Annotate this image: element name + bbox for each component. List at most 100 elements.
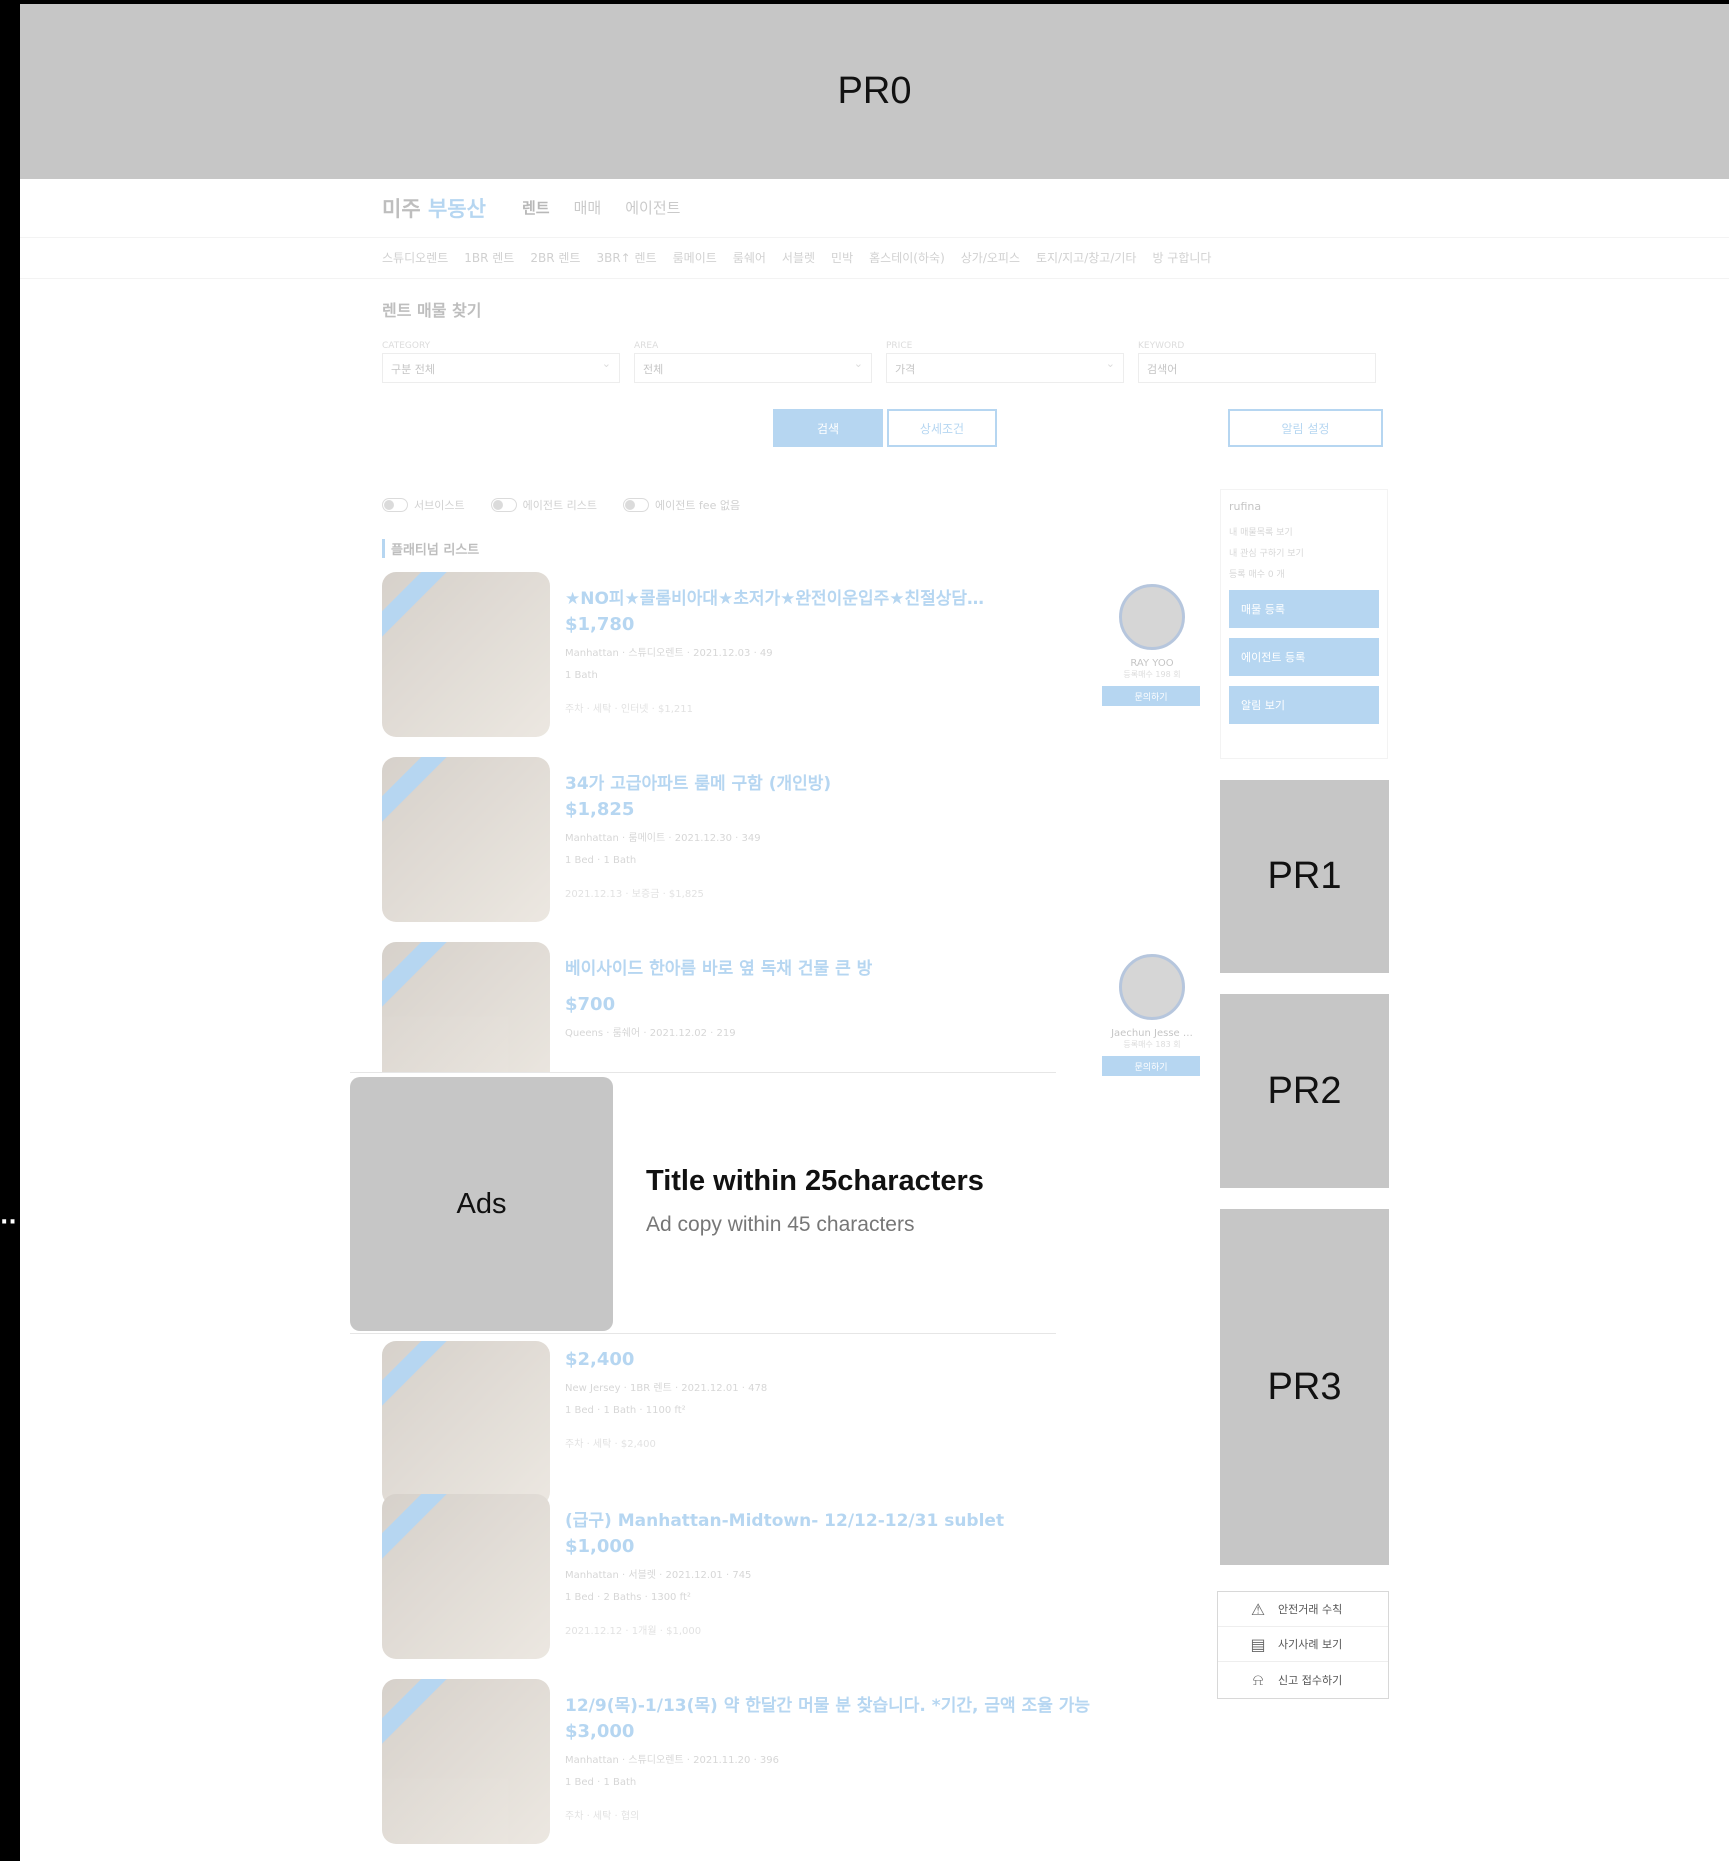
filter-category: CATEGORY 구분 전체	[382, 341, 620, 383]
toggle-label: 에이전트 리스트	[522, 499, 597, 512]
agent-count: 등록매수 198 회	[1123, 670, 1181, 679]
warning-icon: ⚠	[1250, 1599, 1266, 1619]
filter-label: AREA	[634, 341, 659, 351]
logo-accent: 부동산	[427, 197, 486, 221]
alarm-setting-button[interactable]: 알림 설정	[1228, 409, 1383, 447]
pr1-placeholder: PR1	[1220, 780, 1389, 973]
toggle-switch[interactable]	[490, 498, 517, 512]
listing-photo[interactable]	[382, 1341, 550, 1506]
list-toggles: 서브이스트 에이전트 리스트 에이전트 fee 없음	[382, 497, 740, 513]
filter-keyword: KEYWORD 검색어	[1138, 341, 1376, 383]
notice-report[interactable]: ⍾ 신고 접수하기	[1218, 1662, 1388, 1697]
category-select[interactable]: 구분 전체	[382, 353, 620, 383]
ad-title[interactable]: Title within 25characters	[646, 1165, 984, 1198]
listing-extra: 주차 · 세탁 · 인터넷 · $1,211	[565, 704, 693, 715]
keyword-input[interactable]: 검색어	[1138, 353, 1376, 383]
faded-site: 미주 부동산 렌트 매매 에이전트 스튜디오렌트 1BR 렌트 2BR 렌트 3…	[20, 179, 1729, 1861]
user-profile-box: rufina 내 매물목록 보기 내 관심 구하기 보기 등록 매수 0 개 매…	[1220, 489, 1388, 759]
toggle-agent-list[interactable]: 에이전트 리스트	[490, 497, 597, 513]
safety-notice-box: ⚠ 안전거래 수칙 ▤ 사기사례 보기 ⍾ 신고 접수하기	[1217, 1591, 1389, 1699]
nav-item-agent[interactable]: 에이전트	[625, 197, 680, 218]
category-item[interactable]: 민박	[831, 249, 853, 266]
listing-card[interactable]: (급구) Manhattan-Midtown- 12/12-12/31 subl…	[382, 1494, 1200, 1669]
listing-meta: Manhattan · 룸메이트 · 2021.12.30 · 349	[565, 833, 761, 844]
category-item[interactable]: 1BR 렌트	[464, 249, 514, 266]
agent-contact-button[interactable]: 문의하기	[1102, 1056, 1200, 1076]
platinum-list-title: 플래티넘 리스트	[382, 539, 479, 558]
search-button[interactable]: 검색	[773, 409, 883, 447]
listing-title[interactable]: 베이사이드 한아름 바로 옆 독채 건물 큰 방	[565, 954, 872, 979]
area-select[interactable]: 전체	[634, 353, 872, 383]
category-bar: 스튜디오렌트 1BR 렌트 2BR 렌트 3BR↑ 렌트 룸메이트 룸쉐어 서블…	[20, 237, 1729, 279]
category-item[interactable]: 상가/오피스	[961, 249, 1020, 266]
toggle-sublist[interactable]: 서브이스트	[382, 497, 465, 513]
agent-contact-button[interactable]: 문의하기	[1102, 686, 1200, 706]
filter-label: CATEGORY	[382, 341, 431, 351]
listing-extra: 주차 · 세탁 · 협의	[565, 1811, 640, 1822]
detail-filter-button[interactable]: 상세조건	[887, 409, 997, 447]
ad-banner[interactable]: Ads Title within 25characters Ad copy wi…	[350, 1072, 1056, 1334]
listing-title[interactable]: (급구) Manhattan-Midtown- 12/12-12/31 subl…	[565, 1506, 1004, 1531]
category-item[interactable]: 스튜디오렌트	[382, 249, 448, 266]
agent-avatar[interactable]	[1119, 954, 1185, 1020]
listing-price: $3,000	[565, 1721, 635, 1742]
pr3-placeholder: PR3	[1220, 1209, 1389, 1565]
listing-card[interactable]: $2,400 New Jersey · 1BR 렌트 · 2021.12.01 …	[382, 1341, 1200, 1516]
register-listing-button[interactable]: 매물 등록	[1229, 590, 1379, 628]
user-sidebar: rufina 내 매물목록 보기 내 관심 구하기 보기 등록 매수 0 개 매…	[1220, 489, 1388, 759]
category-item[interactable]: 2BR 렌트	[530, 249, 580, 266]
notice-label: 신고 접수하기	[1278, 1673, 1343, 1687]
page-frame: PR0 미주 부동산 렌트 매매 에이전트 스튜디오렌트 1BR 렌트 2BR …	[20, 4, 1729, 1861]
listing-price: $2,400	[565, 1349, 635, 1370]
listing-photo[interactable]	[382, 1494, 550, 1659]
view-alarm-button[interactable]: 알림 보기	[1229, 686, 1379, 724]
listing-photo[interactable]	[382, 1679, 550, 1844]
siren-icon: ⍾	[1252, 1669, 1264, 1689]
category-item[interactable]: 토지/지고/창고/기타	[1036, 249, 1136, 266]
listing-card[interactable]: ★NO피★콜롬비아대★초저가★완전이운입주★친절상담… $1,780 Manha…	[382, 572, 1200, 747]
listing-card[interactable]: 12/9(목)-1/13(목) 약 한달간 머물 분 찾습니다. *기간, 금액…	[382, 1679, 1200, 1854]
listing-rooms: 1 Bed · 2 Baths · 1300 ft²	[565, 1592, 691, 1603]
toggle-label: 서브이스트	[414, 499, 465, 512]
listing-title[interactable]: 12/9(목)-1/13(목) 약 한달간 머물 분 찾습니다. *기간, 금액…	[565, 1691, 1090, 1716]
agent-avatar[interactable]	[1119, 584, 1185, 650]
agent-card: Jaechun Jesse … 등록매수 183 회 문의하기	[1102, 954, 1202, 1076]
nav-item-rent[interactable]: 렌트	[522, 197, 550, 218]
listing-extra: 2021.12.13 · 보증금 · $1,825	[565, 889, 704, 900]
profile-link[interactable]: 내 매물목록 보기	[1229, 525, 1379, 538]
ad-image-placeholder[interactable]: Ads	[350, 1077, 613, 1331]
category-item[interactable]: 룸메이트	[673, 249, 717, 266]
price-select[interactable]: 가격	[886, 353, 1124, 383]
top-nav: 렌트 매매 에이전트	[522, 197, 680, 218]
site-logo[interactable]: 미주 부동산	[382, 193, 486, 223]
ellipsis-marker: ··	[0, 1210, 17, 1235]
profile-link[interactable]: 내 관심 구하기 보기	[1229, 546, 1379, 559]
toggle-label: 에이전트 fee 없음	[654, 499, 741, 512]
notice-safe-trade[interactable]: ⚠ 안전거래 수칙	[1218, 1592, 1388, 1627]
register-agent-button[interactable]: 에이전트 등록	[1229, 638, 1379, 676]
listing-rooms: 1 Bed · 1 Bath	[565, 1777, 637, 1788]
listing-meta: Manhattan · 스튜디오렌트 · 2021.12.03 · 49	[565, 648, 773, 659]
listing-photo[interactable]	[382, 757, 550, 922]
category-item[interactable]: 홈스테이(하숙)	[869, 249, 945, 266]
listing-card[interactable]: 34가 고급아파트 룸메 구함 (개인방) $1,825 Manhattan ·…	[382, 757, 1200, 932]
category-item[interactable]: 서블렛	[782, 249, 815, 266]
filter-area: AREA 전체	[634, 341, 872, 383]
notice-label: 사기사례 보기	[1278, 1638, 1343, 1651]
listing-photo[interactable]	[382, 572, 550, 737]
agent-name: Jaechun Jesse …	[1111, 1028, 1193, 1039]
category-item[interactable]: 3BR↑ 렌트	[596, 249, 656, 266]
toggle-switch[interactable]	[622, 498, 649, 512]
toggle-no-fee[interactable]: 에이전트 fee 없음	[622, 497, 741, 513]
listing-title[interactable]: ★NO피★콜롬비아대★초저가★완전이운입주★친절상담…	[565, 584, 984, 609]
listing-title[interactable]: 34가 고급아파트 룸메 구함 (개인방)	[565, 769, 831, 794]
notice-fraud-cases[interactable]: ▤ 사기사례 보기	[1218, 1627, 1388, 1662]
listing-rooms: 1 Bed · 1 Bath · 1100 ft²	[565, 1405, 686, 1416]
agent-card: RAY YOO 등록매수 198 회 문의하기	[1102, 584, 1202, 706]
agent-name: RAY YOO	[1130, 658, 1174, 669]
category-item[interactable]: 룸쉐어	[733, 249, 766, 266]
category-item[interactable]: 방 구합니다	[1152, 249, 1211, 266]
nav-item-sale[interactable]: 매매	[574, 197, 602, 218]
listing-extra: 주차 · 세탁 · $2,400	[565, 1439, 656, 1450]
toggle-switch[interactable]	[382, 498, 408, 512]
